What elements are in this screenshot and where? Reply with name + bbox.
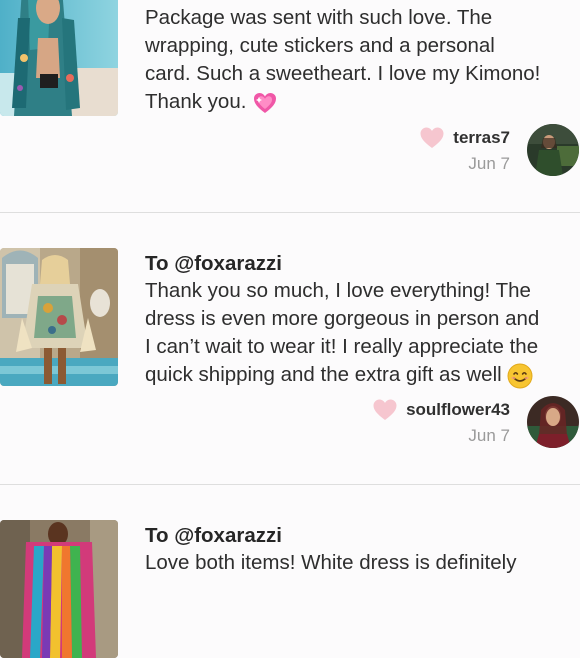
review-line: Package was sent with such love. The <box>145 6 493 29</box>
smiling-face-emoji <box>507 363 533 389</box>
review-card: To @foxarazzi Love both items! White dre… <box>0 485 580 658</box>
review-line: Thank you. <box>145 88 580 116</box>
review-recipient[interactable]: To @foxarazzi <box>145 252 282 276</box>
sparkling-heart-emoji <box>254 92 277 113</box>
review-line: Love both items! White dress is definite… <box>145 551 517 574</box>
review-line: card. Such a sweetheart. I love my Kimon… <box>145 62 541 85</box>
listing-thumbnail[interactable] <box>0 248 118 386</box>
review-date: Jun 7 <box>468 426 510 445</box>
username[interactable]: terras7 <box>453 128 510 148</box>
username[interactable]: soulflower43 <box>406 400 510 420</box>
review-author: soulflower43 <box>372 397 510 423</box>
avatar[interactable] <box>527 124 579 176</box>
avatar[interactable] <box>527 396 579 448</box>
review-card: To @foxarazzi Thank you so much, I love … <box>0 213 580 484</box>
review-author: terras7 <box>419 125 510 151</box>
review-text: Thank you so much, I love everything! Th… <box>145 277 580 389</box>
heart-icon[interactable] <box>419 125 445 151</box>
listing-thumbnail[interactable] <box>0 0 118 116</box>
review-line: quick shipping and the extra gift as wel… <box>145 361 580 389</box>
review-text: Package was sent with such love. The wra… <box>145 4 580 116</box>
review-line: I can’t wait to wear it! I really apprec… <box>145 335 539 358</box>
review-line: wrapping, cute stickers and a personal <box>145 34 495 57</box>
review-text: Love both items! White dress is definite… <box>145 549 580 577</box>
review-line: dress is even more gorgeous in person an… <box>145 307 540 330</box>
listing-thumbnail[interactable] <box>0 520 118 658</box>
review-recipient[interactable]: To @foxarazzi <box>145 524 282 548</box>
heart-icon[interactable] <box>372 397 398 423</box>
review-card: Package was sent with such love. The wra… <box>0 0 580 212</box>
review-date: Jun 7 <box>468 154 510 173</box>
review-line: Thank you so much, I love everything! Th… <box>145 279 531 302</box>
